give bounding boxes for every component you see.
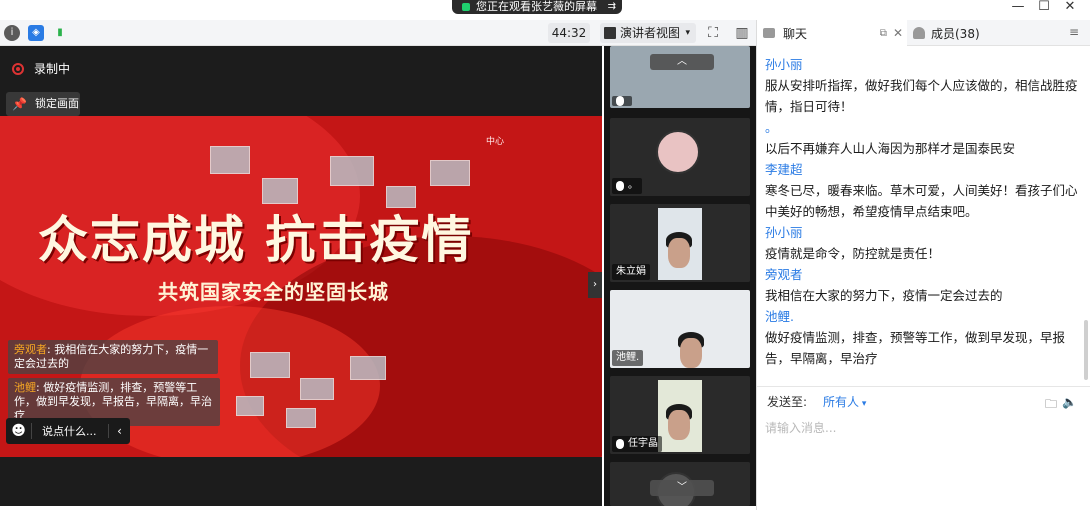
video-strip: ︿ 。 朱立娟 池鲤. 任宇晶 ﹀ — [604, 46, 756, 506]
mic-icon — [616, 96, 624, 106]
message-text: 寒冬已尽，暖春来临。草木可爱，人间美好！看孩子们心中美好的畅想，希望疫情早点结束… — [765, 183, 1078, 219]
meeting-timer: 44:32 — [548, 23, 590, 43]
recording-label: 录制中 — [34, 62, 71, 76]
layout-icon — [604, 27, 616, 39]
poster-title: 众志成城 抗击疫情 — [38, 211, 474, 269]
message-author[interactable]: 孙小丽 — [765, 54, 1079, 75]
chat-panel: 聊天 ⧉ ✕ 成员(38) ≡ 孙小丽 服从安排听指挥，做好我们每个人应该做的，… — [756, 20, 1090, 510]
message-author[interactable]: 池鲤. — [765, 306, 1079, 327]
volume-icon[interactable]: 🔈 — [1062, 395, 1077, 409]
bullet-comment-name: 池鲤 — [14, 381, 36, 394]
emoji-icon[interactable]: ☻ — [6, 423, 32, 439]
avatar — [656, 130, 700, 174]
chat-messages: 孙小丽 服从安排听指挥，做好我们每个人应该做的，相信战胜疫情，指日可待！ 。 以… — [765, 46, 1079, 406]
bullet-comment-placeholder[interactable]: 说点什么... — [32, 423, 108, 439]
poster-photo — [236, 396, 264, 416]
scroll-down-icon[interactable]: ﹀ — [650, 480, 714, 496]
video-tile[interactable]: 朱立娟 — [610, 204, 750, 282]
presenter-view-dropdown[interactable]: 演讲者视图 ▾ — [600, 23, 696, 43]
chevron-right-icon[interactable]: › — [588, 272, 602, 298]
message-text: 做好疫情监测，排查，预警等工作，做到早发现，早报告，早隔离，早治疗 — [765, 330, 1066, 366]
send-to-label: 发送至: — [767, 395, 808, 409]
chat-scrollbar[interactable] — [1084, 320, 1088, 380]
stop-share-icon[interactable]: ⇉ — [608, 0, 616, 14]
video-tile-label: 朱立娟 — [612, 264, 650, 280]
message-author[interactable]: 孙小丽 — [765, 222, 1079, 243]
bullet-comment-text: 做好疫情监测，排查，预警等工作，做到早发现，早报告，早隔离，早治疗 — [14, 381, 212, 422]
bullet-comment-name: 旁观者 — [14, 343, 47, 356]
bullet-comment: 旁观者: 我相信在大家的努力下，疫情一定会过去的 — [8, 340, 218, 374]
maximize-button[interactable]: ☐ — [1032, 0, 1056, 14]
video-tile-label: 任宇晶 — [612, 436, 662, 452]
meeting-toolbar: i ◈ ▮ 44:32 演讲者视图 ▾ ⛶ ▥ — [0, 20, 756, 46]
menu-icon[interactable]: ≡ — [1069, 25, 1079, 39]
user-icon — [913, 27, 925, 39]
message-text: 我相信在大家的努力下，疫情一定会过去的 — [765, 288, 1003, 303]
share-status-icon — [462, 3, 470, 11]
video-tile[interactable]: 。 — [610, 118, 750, 196]
poster-photo — [330, 156, 374, 186]
tab-members[interactable]: 成员(38) — [909, 20, 1049, 46]
shared-screen-area: 录制中 📌 锁定画面 中心 众志成城 抗击疫情 共筑国家安全的坚固长城 旁观者:… — [0, 46, 602, 506]
participant-video — [658, 208, 702, 280]
panel-tabs: 聊天 ⧉ ✕ 成员(38) ≡ — [757, 20, 1090, 46]
close-button[interactable]: ✕ — [1058, 0, 1082, 14]
video-tile-label: 。 — [612, 178, 642, 194]
mic-icon — [616, 439, 624, 449]
message-text: 以后不再嫌弃人山人海因为那样才是国泰民安 — [765, 141, 1016, 156]
message-author[interactable]: 旁观者 — [765, 264, 1079, 285]
video-tile[interactable]: 任宇晶 — [610, 376, 750, 454]
screen-share-banner[interactable]: 您正在观看张艺薇的屏幕 ⇉ — [452, 0, 622, 14]
send-to-dropdown[interactable]: 所有人 — [823, 393, 866, 410]
scroll-up-icon[interactable]: ︿ — [650, 54, 714, 70]
mic-icon — [616, 181, 624, 191]
message-text: 疫情就是命令，防控就是责任！ — [765, 246, 941, 261]
tab-chat-label: 聊天 — [783, 26, 808, 41]
video-tile[interactable]: 池鲤. — [610, 290, 750, 368]
chevron-down-icon: ▾ — [685, 28, 690, 38]
share-banner-text: 您正在观看张艺薇的屏幕 — [476, 0, 597, 13]
poster-photo — [350, 356, 386, 380]
send-target-row: 发送至: 所有人 🗀 🔈 — [757, 386, 1090, 416]
poster-subtitle: 共筑国家安全的坚固长城 — [158, 280, 389, 304]
minimize-button[interactable]: — — [1006, 0, 1030, 14]
presenter-view-label: 演讲者视图 — [620, 26, 681, 40]
message-input[interactable] — [765, 418, 1083, 438]
poster-photo — [286, 408, 316, 428]
close-icon[interactable]: ✕ — [893, 26, 903, 40]
folder-icon[interactable]: 🗀 — [1045, 395, 1057, 416]
poster-photo — [300, 378, 334, 400]
tab-members-label: 成员(38) — [931, 26, 980, 41]
info-icon[interactable]: i — [4, 25, 20, 41]
bullet-comment-input[interactable]: ☻ 说点什么... ‹ — [6, 418, 130, 444]
poster-org-label: 中心 — [486, 137, 505, 147]
record-icon — [12, 62, 24, 75]
participant-video — [670, 308, 714, 368]
shield-icon[interactable]: ◈ — [28, 25, 44, 41]
message-text: 服从安排听指挥，做好我们每个人应该做的，相信战胜疫情，指日可待！ — [765, 78, 1078, 114]
poster-photo — [250, 352, 290, 378]
sidebar-toggle-icon[interactable]: ▥ — [734, 25, 750, 41]
video-tile-label — [612, 96, 632, 106]
lock-screen-label: 锁定画面 — [34, 97, 79, 110]
chat-icon — [763, 28, 775, 38]
signal-icon[interactable]: ▮ — [52, 25, 68, 41]
tab-chat[interactable]: 聊天 ⧉ ✕ — [757, 20, 907, 46]
poster-photo — [210, 146, 250, 174]
video-tile-label: 池鲤. — [612, 350, 644, 366]
lock-screen-button[interactable]: 📌 锁定画面 — [6, 92, 80, 116]
pop-out-icon[interactable]: ⧉ — [880, 28, 887, 39]
message-author[interactable]: 。 — [765, 117, 1079, 138]
participant-video — [658, 380, 702, 452]
fullscreen-icon[interactable]: ⛶ — [705, 25, 721, 41]
recording-indicator: 录制中 — [12, 60, 70, 77]
poster-photo — [430, 160, 470, 186]
pin-icon: 📌 — [12, 97, 27, 111]
message-author[interactable]: 李建超 — [765, 159, 1079, 180]
title-bar: 您正在观看张艺薇的屏幕 ⇉ — ☐ ✕ — [0, 0, 1090, 20]
chevron-left-icon[interactable]: ‹ — [108, 424, 130, 438]
